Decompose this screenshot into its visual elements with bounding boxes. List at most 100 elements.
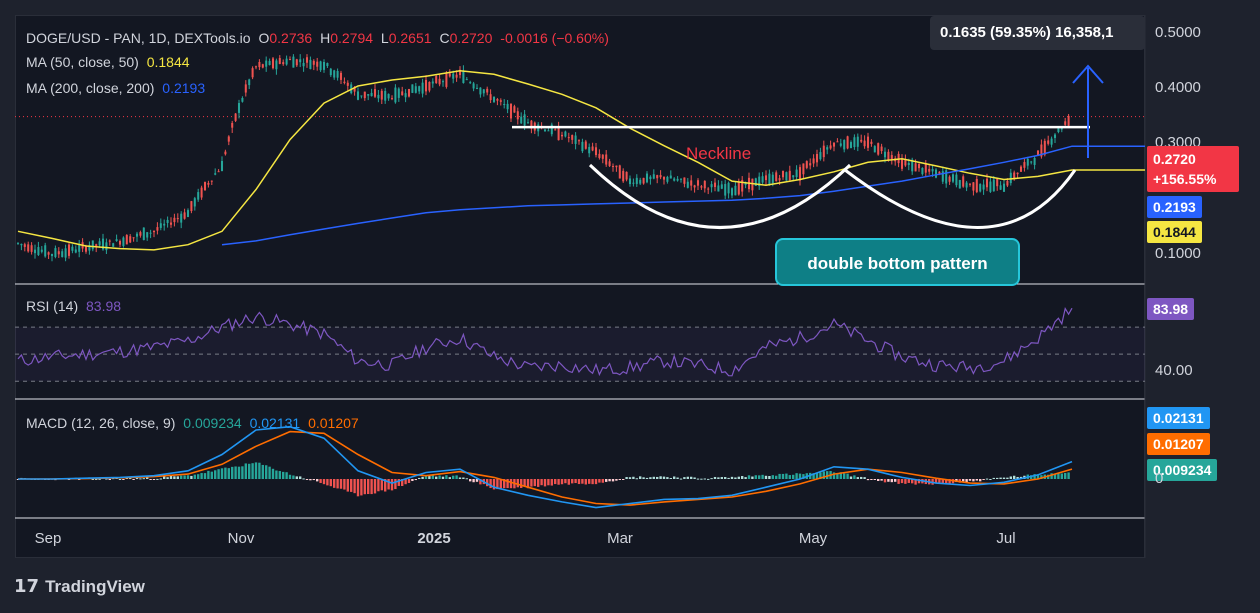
time-axis-label: May <box>798 530 828 547</box>
macd-hist-bar <box>363 479 366 495</box>
macd-hist-bar <box>353 479 356 494</box>
candle-body <box>985 178 989 188</box>
rsi-legend[interactable]: RSI (14) 83.98 <box>26 298 125 314</box>
ma50-legend[interactable]: MA (50, close, 50) 0.1844 <box>26 54 194 70</box>
candle-body <box>61 251 64 258</box>
price-axis-label: 0.5000 <box>1155 24 1201 41</box>
candle-body <box>20 243 23 246</box>
candle-body <box>598 153 601 158</box>
macd-hist-bar <box>254 462 258 479</box>
macd-hist-bar <box>751 476 754 479</box>
time-axis-label: Mar <box>607 530 633 547</box>
macd-hist-bar <box>122 479 125 480</box>
candle-body <box>115 239 118 242</box>
candle-body <box>50 254 54 257</box>
macd-hist-bar <box>288 474 292 479</box>
macd-hist-bar <box>758 475 761 479</box>
candle-body <box>703 180 706 189</box>
macd-hist-bar <box>571 479 574 484</box>
candle-body <box>1043 140 1046 155</box>
candle-body <box>523 114 526 126</box>
macd-hist-bar <box>390 479 394 491</box>
macd-hist-bar <box>312 479 315 481</box>
candle-body <box>455 74 458 78</box>
macd-hist-bar <box>979 479 982 482</box>
candle-body <box>343 81 346 83</box>
macd-hist-bar <box>214 470 217 479</box>
macd-hist-bar <box>890 479 893 483</box>
macd-tag: 0.02131 <box>1147 407 1210 429</box>
macd-hist-bar <box>533 479 536 487</box>
candle-body <box>938 171 941 174</box>
candle-body <box>363 91 366 99</box>
ma50-label: MA (50, close, 50) <box>26 54 139 70</box>
candle-body <box>951 174 955 182</box>
macd-hist-bar <box>605 479 608 482</box>
macd-hist-bar <box>333 479 336 488</box>
candle-body <box>193 198 196 207</box>
rsi-label: RSI (14) <box>26 298 79 314</box>
candle-body <box>234 113 237 121</box>
macd-hist-bar <box>462 477 465 479</box>
macd-hist-bar <box>846 473 849 479</box>
ma200-legend[interactable]: MA (200, close, 200) 0.2193 <box>26 80 209 96</box>
macd-hist-bar <box>339 479 343 489</box>
candle-body <box>71 246 74 251</box>
macd-hist-bar <box>193 474 196 479</box>
candle-body <box>659 175 662 178</box>
candle-body <box>778 178 781 181</box>
candle-body <box>727 182 730 194</box>
candle-body <box>982 184 985 190</box>
candle-body <box>91 240 94 250</box>
candle-body <box>489 94 492 101</box>
candle-body <box>856 136 859 147</box>
candle-body <box>231 122 234 128</box>
time-axis-label: Sep <box>34 530 62 547</box>
candle-body <box>217 171 220 173</box>
candle-body <box>74 249 77 253</box>
candle-body <box>220 160 224 172</box>
ma50-line <box>17 69 1145 251</box>
ma200-label: MA (200, close, 200) <box>26 80 155 96</box>
macd-hist-bar <box>516 479 519 488</box>
candle-body <box>601 154 604 159</box>
tradingview-logo[interactable]: 𝟭𝟳 TradingView <box>14 576 145 597</box>
candle-body <box>571 135 574 140</box>
candle-body <box>129 236 132 243</box>
candle-body <box>812 158 815 164</box>
candle-body <box>326 63 329 67</box>
last-price-tag[interactable]: 0.2720 +156.55% <box>1147 146 1239 192</box>
macd-hist-bar <box>431 475 434 479</box>
candle-body <box>839 143 842 146</box>
candle-body <box>333 70 336 78</box>
double-bottom-label[interactable]: double bottom pattern <box>775 238 1020 286</box>
close-value: 0.2720 <box>449 30 493 46</box>
candle-body <box>771 174 774 184</box>
candle-body <box>588 146 591 154</box>
candle-body <box>873 146 876 153</box>
candle-body <box>282 62 285 65</box>
candle-body <box>465 79 468 81</box>
macd-hist-bar <box>441 476 445 479</box>
macd-hist-value: 0.009234 <box>183 415 242 431</box>
macd-hist-bar <box>781 473 785 479</box>
candle-body <box>149 232 152 234</box>
macd-hist-bar <box>577 479 581 485</box>
candle-body <box>972 182 975 191</box>
macd-hist-bar <box>200 473 203 479</box>
change-value: -0.0016 (−0.60%) <box>500 30 609 46</box>
candle-body <box>492 96 496 103</box>
symbol-label[interactable]: DOGE/USD - PAN, 1D, DEXTools.io <box>26 30 251 46</box>
candle-body <box>336 70 339 78</box>
macd-hist-bar <box>547 479 550 486</box>
macd-hist-bar <box>724 477 727 479</box>
candle-body <box>288 59 292 61</box>
candle-body <box>594 147 598 156</box>
macd-legend[interactable]: MACD (12, 26, close, 9) 0.009234 0.02131… <box>26 415 363 431</box>
bottom-arc-right <box>844 168 1077 229</box>
macd-hist-bar <box>166 477 169 479</box>
candle-body <box>917 163 921 169</box>
candle-body <box>866 136 870 148</box>
macd-hist-bar <box>268 466 271 479</box>
macd-hist-bar <box>649 477 652 479</box>
